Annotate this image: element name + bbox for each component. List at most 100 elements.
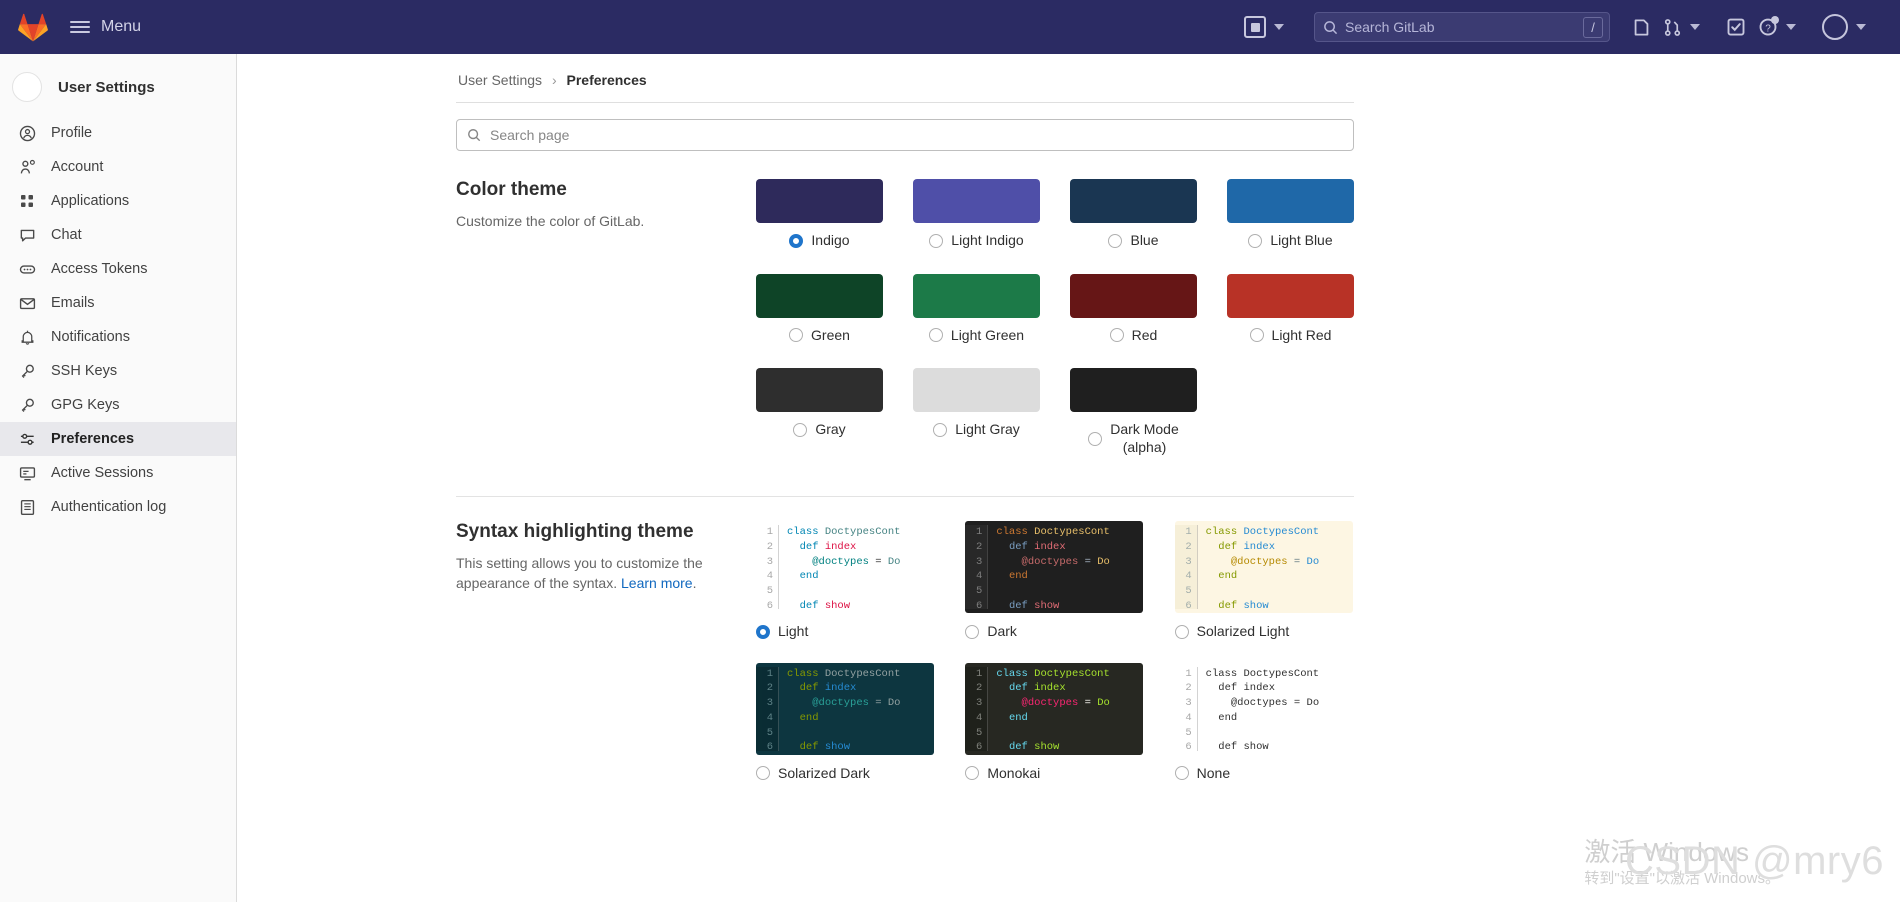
color-theme-option[interactable]: Red bbox=[1070, 273, 1197, 345]
sidebar-item-account[interactable]: Account bbox=[0, 150, 236, 184]
sidebar-item-applications[interactable]: Applications bbox=[0, 184, 236, 218]
radio-button[interactable] bbox=[789, 233, 804, 248]
radio-button[interactable] bbox=[789, 328, 804, 343]
new-item-button[interactable] bbox=[1238, 0, 1304, 54]
syntax-theme-preview[interactable]: 1 2 3 4 5 6 class DoctypesCont def index @doct… bbox=[756, 521, 934, 613]
radio-button[interactable] bbox=[756, 624, 770, 639]
color-theme-radio-row[interactable]: Red bbox=[1109, 327, 1157, 345]
sidebar-item-authentication-log[interactable]: Authentication log bbox=[0, 490, 236, 524]
syntax-theme-preview[interactable]: 1 2 3 4 5 6 class DoctypesCont def index @doct… bbox=[1174, 521, 1353, 613]
radio-button[interactable] bbox=[929, 233, 944, 248]
breadcrumb-root[interactable]: User Settings bbox=[458, 72, 542, 88]
color-theme-option[interactable]: Blue bbox=[1070, 179, 1197, 250]
syntax-theme-option[interactable]: 1 2 3 4 5 6 class DoctypesCont def index @doct… bbox=[965, 662, 1144, 783]
sidebar-item-preferences[interactable]: Preferences bbox=[0, 422, 236, 456]
gitlab-logo-icon[interactable] bbox=[18, 13, 48, 42]
syntax-theme-radio-row[interactable]: Light bbox=[756, 623, 808, 641]
syntax-theme-option[interactable]: 1 2 3 4 5 6 class DoctypesCont def index @doct… bbox=[1174, 521, 1354, 641]
radio-button[interactable] bbox=[756, 766, 770, 781]
page-search-input[interactable]: Search page bbox=[456, 119, 1354, 151]
syntax-theme-radio-row[interactable]: Monokai bbox=[965, 765, 1040, 783]
radio-button[interactable] bbox=[1249, 328, 1264, 343]
color-theme-option[interactable]: Light Gray bbox=[913, 368, 1040, 456]
syntax-theme-preview[interactable]: 1 2 3 4 5 6 class DoctypesCont def index @doct… bbox=[756, 662, 934, 755]
color-swatch[interactable] bbox=[1227, 273, 1354, 318]
color-theme-option[interactable]: Light Blue bbox=[1227, 179, 1354, 250]
sidebar-item-ssh-keys[interactable]: SSH Keys bbox=[0, 354, 236, 388]
radio-button[interactable] bbox=[933, 422, 948, 437]
color-swatch[interactable] bbox=[756, 368, 883, 412]
user-avatar bbox=[1822, 14, 1848, 40]
color-swatch[interactable] bbox=[756, 273, 883, 318]
issues-icon bbox=[1634, 18, 1649, 36]
sidebar-item-profile[interactable]: Profile bbox=[0, 116, 236, 150]
color-theme-radio-row[interactable]: Dark Mode (alpha) bbox=[1088, 421, 1179, 456]
radio-button[interactable] bbox=[1174, 624, 1189, 639]
syntax-theme-preview[interactable]: 1 2 3 4 5 6 class DoctypesCont def index @doct… bbox=[1174, 662, 1353, 755]
color-swatch[interactable] bbox=[756, 179, 883, 223]
color-swatch[interactable] bbox=[913, 273, 1040, 318]
radio-button[interactable] bbox=[928, 328, 943, 343]
main-menu-button[interactable]: Menu bbox=[70, 18, 141, 36]
csdn-watermark: CSDN @mry6 bbox=[1625, 839, 1884, 883]
sidebar-item-chat[interactable]: Chat bbox=[0, 218, 236, 252]
syntax-desc-period: . bbox=[692, 575, 697, 592]
syntax-theme-radio-row[interactable]: Dark bbox=[965, 623, 1017, 641]
color-theme-radio-row[interactable]: Light Red bbox=[1249, 327, 1331, 345]
sidebar-item-active-sessions[interactable]: Active Sessions bbox=[0, 456, 236, 490]
color-theme-radio-row[interactable]: Light Gray bbox=[933, 421, 1020, 439]
radio-button[interactable] bbox=[1109, 328, 1124, 343]
color-theme-option[interactable]: Light Red bbox=[1227, 273, 1354, 345]
color-theme-option[interactable]: Light Green bbox=[913, 273, 1040, 345]
color-theme-radio-row[interactable]: Indigo bbox=[789, 232, 850, 250]
radio-button[interactable] bbox=[1174, 766, 1189, 781]
radio-button[interactable] bbox=[1108, 233, 1123, 248]
sidebar-item-access-tokens[interactable]: Access Tokens bbox=[0, 252, 236, 286]
color-theme-radio-row[interactable]: Light Blue bbox=[1248, 232, 1333, 250]
syntax-theme-radio-row[interactable]: Solarized Light bbox=[1174, 623, 1289, 641]
syntax-theme-option[interactable]: 1 2 3 4 5 6 class DoctypesCont def index @doct… bbox=[756, 521, 935, 641]
syntax-theme-option[interactable]: 1 2 3 4 5 6 class DoctypesCont def index @doct… bbox=[1174, 662, 1354, 783]
syntax-theme-preview[interactable]: 1 2 3 4 5 6 class DoctypesCont def index @doct… bbox=[965, 521, 1144, 613]
syntax-theme-preview[interactable]: 1 2 3 4 5 6 class DoctypesCont def index @doct… bbox=[965, 662, 1144, 755]
color-swatch[interactable] bbox=[1070, 273, 1197, 318]
syntax-theme-option[interactable]: 1 2 3 4 5 6 class DoctypesCont def index @doct… bbox=[756, 662, 935, 783]
radio-button[interactable] bbox=[793, 422, 808, 437]
color-swatch[interactable] bbox=[913, 179, 1040, 223]
code-line-numbers: 123456 bbox=[756, 525, 778, 612]
learn-more-link[interactable]: Learn more bbox=[621, 575, 693, 591]
user-menu-button[interactable] bbox=[1816, 0, 1886, 54]
issues-button[interactable] bbox=[1626, 0, 1657, 54]
syntax-theme-option[interactable]: 1 2 3 4 5 6 class DoctypesCont def index @doct… bbox=[965, 521, 1144, 641]
color-theme-radio-row[interactable]: Gray bbox=[793, 421, 846, 439]
color-swatch[interactable] bbox=[1070, 179, 1197, 223]
sidebar-item-gpg-keys[interactable]: GPG Keys bbox=[0, 388, 236, 422]
color-theme-radio-row[interactable]: Light Green bbox=[928, 327, 1024, 345]
radio-button[interactable] bbox=[1088, 431, 1103, 446]
color-swatch[interactable] bbox=[913, 368, 1040, 412]
global-search-box[interactable]: Search GitLab / bbox=[1314, 12, 1610, 42]
color-theme-option[interactable]: Light Indigo bbox=[913, 179, 1040, 250]
color-theme-option[interactable]: Gray bbox=[756, 368, 883, 456]
color-theme-title: Color theme bbox=[456, 179, 567, 200]
color-theme-radio-row[interactable]: Blue bbox=[1108, 232, 1159, 250]
color-theme-option[interactable]: Dark Mode (alpha) bbox=[1070, 368, 1197, 456]
color-theme-option[interactable]: Green bbox=[756, 273, 883, 345]
syntax-theme-radio-row[interactable]: Solarized Dark bbox=[756, 765, 870, 783]
sidebar-item-emails[interactable]: Emails bbox=[0, 286, 236, 320]
chevron-down-icon bbox=[1690, 24, 1700, 30]
color-swatch[interactable] bbox=[1227, 179, 1354, 223]
radio-button[interactable] bbox=[965, 624, 980, 639]
syntax-theme-radio-row[interactable]: None bbox=[1174, 765, 1230, 783]
merge-requests-button[interactable] bbox=[1657, 0, 1720, 54]
todos-button[interactable] bbox=[1720, 0, 1752, 54]
breadcrumb: User Settings › Preferences bbox=[456, 66, 1354, 102]
color-theme-option[interactable]: Indigo bbox=[756, 179, 883, 250]
radio-button[interactable] bbox=[1248, 233, 1263, 248]
help-button[interactable]: ? bbox=[1752, 0, 1816, 54]
color-theme-radio-row[interactable]: Light Indigo bbox=[929, 232, 1024, 250]
radio-button[interactable] bbox=[965, 766, 980, 781]
color-theme-radio-row[interactable]: Green bbox=[789, 327, 850, 345]
color-swatch[interactable] bbox=[1070, 368, 1197, 412]
sidebar-item-notifications[interactable]: Notifications bbox=[0, 320, 236, 354]
